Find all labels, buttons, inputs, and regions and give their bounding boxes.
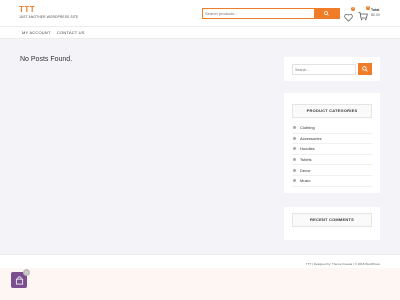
category-label: Clothing [300,125,315,131]
cart-total-amount: $0.00 [371,13,380,17]
cart-button[interactable]: 0 [358,6,370,21]
search-icon [324,11,329,16]
category-label: Music [300,178,311,184]
bullet-icon [293,147,296,151]
footer-credit: TTT | Designed by: Theme Freesia | © 201… [305,262,380,266]
category-item-hoodies[interactable]: Hoodies [292,144,372,155]
heart-icon [344,13,353,22]
cart-icon [358,12,368,21]
site-header: TTT JUST ANOTHER WORDPRESS SITE 0 0 Tota… [0,0,400,26]
site-title[interactable]: TTT [19,5,78,14]
bullet-icon [293,136,296,140]
recent-comments-widget: RECENT COMMENTS [284,207,380,240]
cart-summary[interactable]: Total $0.00 [371,8,380,18]
category-item-accessories[interactable]: Accessories [292,134,372,145]
product-search-form [202,8,340,19]
shopping-bag-icon [15,275,23,285]
category-list: Clothing Accessories Hoodies Tshirts Dec… [292,123,372,187]
category-label: Decor [300,167,311,173]
category-item-music[interactable]: Music [292,176,372,187]
category-label: Accessories [300,135,322,141]
brand: TTT JUST ANOTHER WORDPRESS SITE [19,5,78,19]
sidebar-search-widget [284,57,380,81]
nav-my-account[interactable]: MY ACCOUNT [22,30,51,35]
bullet-icon [293,158,296,162]
bullet-icon [293,168,296,172]
main-navigation: MY ACCOUNT CONTACT US [0,26,400,39]
category-item-decor[interactable]: Decor [292,165,372,176]
floating-cart-count-badge: 0 [23,269,30,276]
product-categories-widget: PRODUCT CATEGORIES Clothing Accessories … [284,93,380,193]
recent-comments-title: RECENT COMMENTS [292,213,372,227]
category-label: Tshirts [300,157,312,163]
sidebar-search-input[interactable] [292,64,356,75]
category-item-clothing[interactable]: Clothing [292,123,372,134]
cart-count-badge: 0 [366,6,370,10]
wishlist-button[interactable]: 0 [344,7,355,22]
category-label: Hoodies [300,146,315,152]
product-search-button[interactable] [314,9,339,18]
bullet-icon [293,126,296,130]
bullet-icon [293,179,296,183]
footer-bottom-band [0,268,400,300]
sidebar-search-button[interactable] [358,63,372,75]
product-search-input[interactable] [203,9,314,18]
product-categories-title: PRODUCT CATEGORIES [292,104,372,118]
wishlist-count-badge: 0 [351,7,355,11]
no-posts-message: No Posts Found. [20,56,73,63]
nav-contact-us[interactable]: CONTACT US [57,30,85,35]
search-icon [362,66,368,72]
site-tagline: JUST ANOTHER WORDPRESS SITE [19,15,79,19]
category-item-tshirts[interactable]: Tshirts [292,155,372,166]
